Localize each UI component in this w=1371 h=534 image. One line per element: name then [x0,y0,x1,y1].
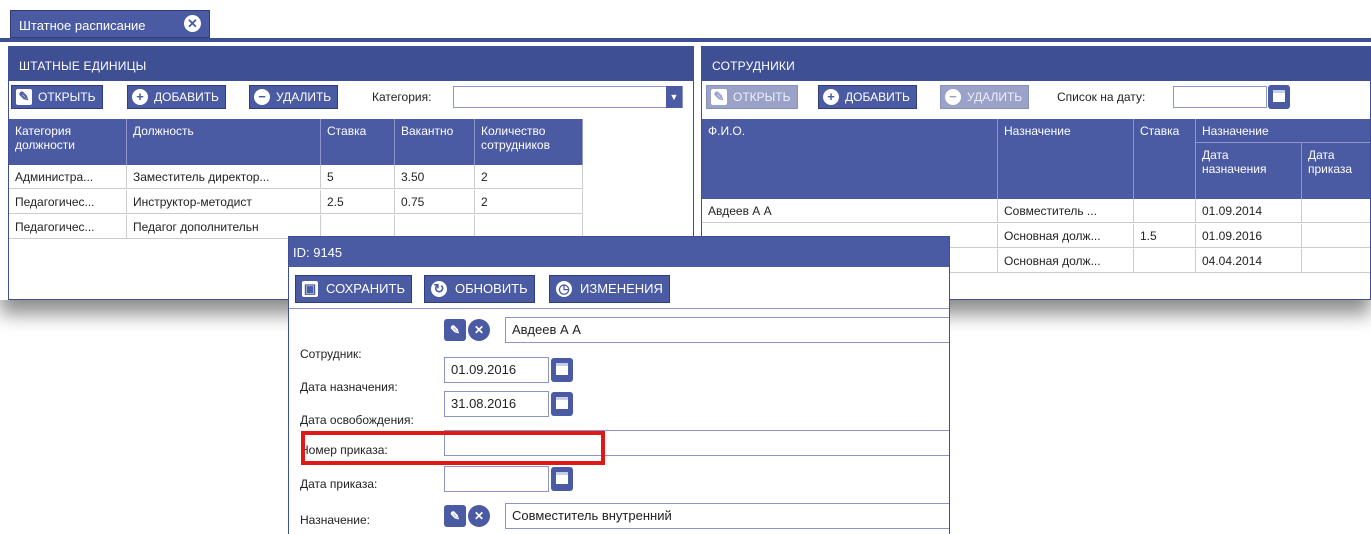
date-assigned-label: Дата назначения: [300,380,398,394]
assignment-field[interactable]: Совместитель внутренний [505,503,949,529]
order-date-label: Дата приказа: [300,477,378,491]
edit-icon[interactable]: ✎ [444,319,466,341]
refresh-icon: ↻ [431,281,447,297]
order-date-field[interactable] [444,466,549,492]
calendar-icon[interactable] [551,392,573,416]
date-released-label: Дата освобождения: [300,413,414,427]
delete-button[interactable]: − УДАЛИТЬ [249,85,339,109]
staff-units-header: Категория должности Должность Ставка Вак… [9,119,583,165]
tab-staff-schedule[interactable]: Штатное расписание ✕ [10,10,210,38]
assignment-label: Назначение: [300,513,371,527]
employee-add-button[interactable]: + ДОБАВИТЬ [818,85,917,109]
edit-assignment-dialog: ID: 9145 ▣ СОХРАНИТЬ ↻ ОБНОВИТЬ ◷ ИЗМЕНЕ… [288,236,950,534]
date-assigned-field[interactable]: 01.09.2016 [444,357,549,383]
calendar-icon[interactable] [551,358,573,382]
minus-icon: − [945,89,961,105]
staff-units-toolbar: ✎ ОТКРЫТЬ + ДОБАВИТЬ − УДАЛИТЬ Категория… [9,81,693,111]
col-category[interactable]: Категория должности [9,119,127,165]
employee-open-button[interactable]: ✎ ОТКРЫТЬ [706,85,798,109]
history-icon: ◷ [556,281,572,297]
save-icon: ▣ [302,281,318,297]
highlight-box [301,431,605,465]
employees-toolbar: ✎ ОТКРЫТЬ + ДОБАВИТЬ − УДАЛИТЬ Список на… [702,81,1370,111]
staff-units-title: ШТАТНЫЕ ЕДИНИЦЫ [9,47,693,81]
employee-label: Сотрудник: [300,347,362,361]
edit-icon: ✎ [16,89,32,105]
employee-delete-button[interactable]: − УДАЛИТЬ [940,85,1030,109]
calendar-icon[interactable] [1268,85,1290,109]
date-list-input[interactable] [1173,86,1267,108]
dialog-toolbar: ▣ СОХРАНИТЬ ↻ ОБНОВИТЬ ◷ ИЗМЕНЕНИЯ [289,267,949,309]
edit-icon: ✎ [711,89,727,105]
employee-field[interactable]: Авдеев А А [505,317,949,343]
changes-button[interactable]: ◷ ИЗМЕНЕНИЯ [549,275,670,303]
category-label: Категория: [372,90,432,104]
col-vacant[interactable]: Вакантно [395,119,475,165]
refresh-button[interactable]: ↻ ОБНОВИТЬ [424,275,535,303]
clear-icon[interactable]: ✕ [468,505,490,527]
clear-icon[interactable]: ✕ [468,319,490,341]
add-button[interactable]: + ДОБАВИТЬ [127,85,226,109]
col-rate[interactable]: Ставка [321,119,395,165]
employees-title: СОТРУДНИКИ [702,47,1370,81]
plus-icon: + [823,89,839,105]
dialog-title: ID: 9145 [289,237,949,267]
col-group-assignment: Назначение [1196,119,1370,143]
col-employee-count[interactable]: Количество сотрудников [475,119,583,165]
edit-icon[interactable]: ✎ [444,505,466,527]
col-position[interactable]: Должность [127,119,321,165]
dropdown-icon[interactable]: ▼ [666,86,682,108]
date-list-label: Список на дату: [1057,90,1146,104]
date-released-field[interactable]: 31.08.2016 [444,391,549,417]
col-rate[interactable]: Ставка [1134,119,1196,199]
tab-title: Штатное расписание [19,18,146,33]
col-order-date[interactable]: Дата приказа [1302,143,1370,199]
save-button[interactable]: ▣ СОХРАНИТЬ [295,275,412,303]
tab-strip: Штатное расписание ✕ [0,6,1371,42]
plus-icon: + [132,89,148,105]
screen: Штатное расписание ✕ ШТАТНЫЕ ЕДИНИЦЫ ✎ О… [0,0,1371,534]
employees-header: Ф.И.О. Назначение Ставка Назначение Дата… [702,119,1370,199]
col-assignment[interactable]: Назначение [998,119,1134,199]
col-date-assigned[interactable]: Дата назначения [1196,143,1302,199]
close-icon[interactable]: ✕ [184,15,201,32]
calendar-icon[interactable] [551,467,573,491]
col-fio[interactable]: Ф.И.О. [702,119,998,199]
minus-icon: − [254,89,270,105]
open-button[interactable]: ✎ ОТКРЫТЬ [11,85,103,109]
category-select[interactable]: ▼ [453,86,683,108]
